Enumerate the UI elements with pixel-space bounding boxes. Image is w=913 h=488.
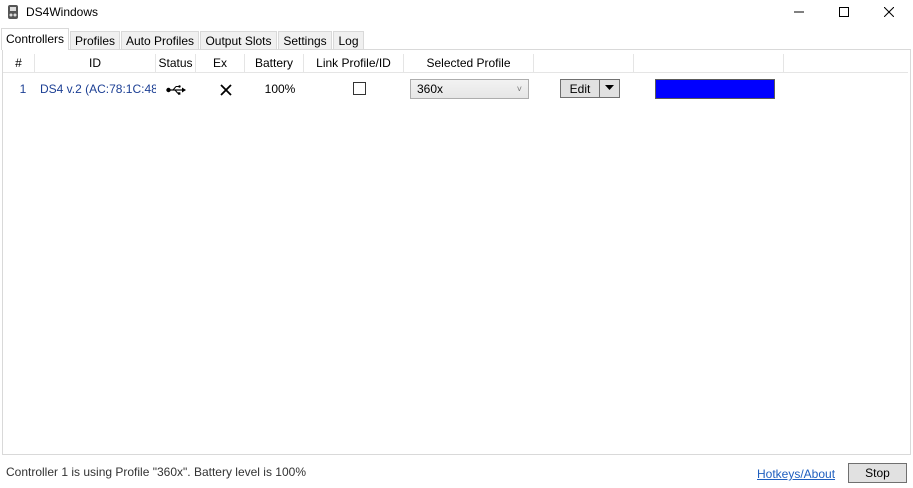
hotkeys-about-link[interactable]: Hotkeys/About <box>757 467 835 481</box>
column-header-index: # <box>3 54 35 72</box>
selected-profile-value: 360x <box>417 82 444 96</box>
edit-profile-button[interactable]: Edit <box>560 79 600 98</box>
edit-options-button[interactable] <box>600 79 620 98</box>
selected-profile-dropdown[interactable]: 360x ˅ <box>410 79 529 99</box>
tab-strip: Controllers Profiles Auto Profiles Outpu… <box>0 28 913 50</box>
close-button[interactable] <box>866 0 912 24</box>
usb-icon <box>163 76 189 102</box>
close-icon <box>884 7 894 17</box>
controllers-panel <box>2 49 911 455</box>
tab-controllers[interactable]: Controllers <box>1 28 69 50</box>
controller-row: 1 DS4 v.2 (AC:78:1C:48 100% 360x ˅ Edit <box>3 76 908 102</box>
controllers-grid-header: # ID Status Ex Battery Link Profile/ID S… <box>3 54 908 73</box>
tab-settings[interactable]: Settings <box>278 31 332 49</box>
ds4windows-app-icon <box>8 5 18 19</box>
column-header-selected-profile: Selected Profile <box>404 54 534 72</box>
column-header-lightbar <box>634 54 784 72</box>
dropdown-arrow-icon <box>605 85 614 91</box>
tab-auto-profiles[interactable]: Auto Profiles <box>121 31 199 49</box>
minimize-icon <box>794 11 804 13</box>
x-icon[interactable] <box>216 76 236 102</box>
column-header-edit <box>534 54 634 72</box>
column-header-battery: Battery <box>245 54 304 72</box>
status-message: Controller 1 is using Profile "360x". Ba… <box>6 465 306 479</box>
tab-log[interactable]: Log <box>333 31 364 49</box>
tab-profiles[interactable]: Profiles <box>70 31 120 49</box>
stop-button[interactable]: Stop <box>848 463 907 483</box>
title-bar: DS4Windows <box>0 0 913 24</box>
column-header-ex: Ex <box>196 54 245 72</box>
column-header-status: Status <box>156 54 196 72</box>
status-bar: Controller 1 is using Profile "360x". Ba… <box>0 458 913 488</box>
window-title: DS4Windows <box>26 5 99 19</box>
chevron-down-icon: ˅ <box>516 84 522 94</box>
battery-level: 100% <box>264 82 296 96</box>
link-profile-checkbox[interactable] <box>353 82 366 95</box>
lightbar-color-swatch[interactable] <box>655 79 775 99</box>
minimize-button[interactable] <box>776 0 822 24</box>
maximize-button[interactable] <box>821 0 867 24</box>
column-header-id: ID <box>35 54 156 72</box>
maximize-icon <box>839 7 849 17</box>
tab-output-slots[interactable]: Output Slots <box>200 31 277 49</box>
controller-index: 1 <box>19 82 27 96</box>
controller-id: DS4 v.2 (AC:78:1C:48 <box>40 82 156 96</box>
column-header-link-profile: Link Profile/ID <box>304 54 404 72</box>
